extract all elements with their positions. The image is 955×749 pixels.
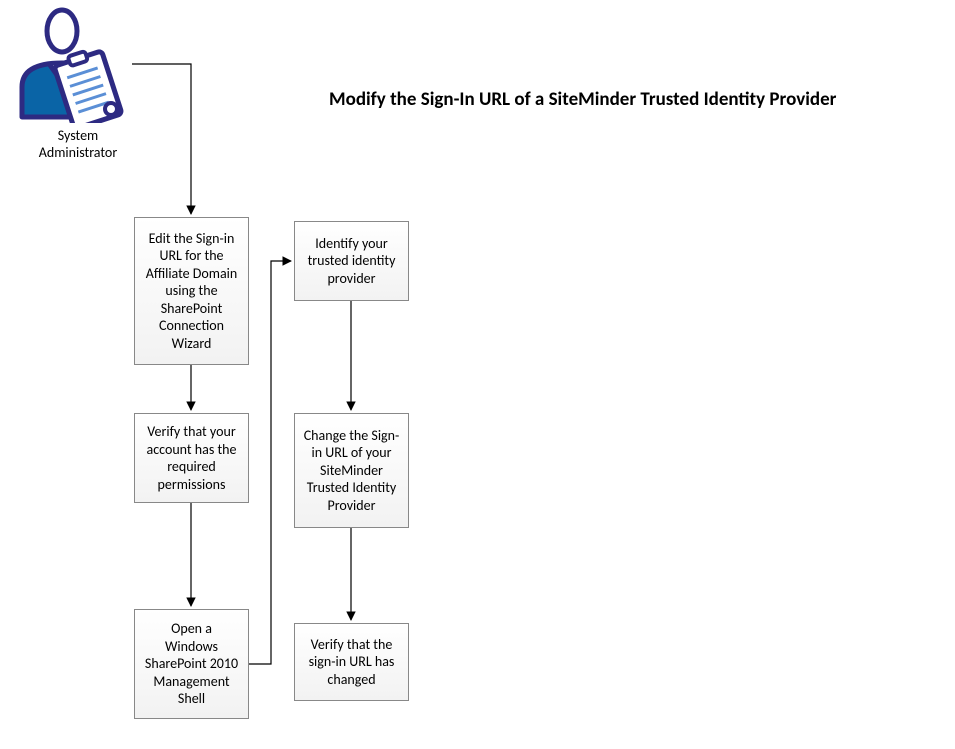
step-edit-signin-url: Edit the Sign-in URL for the Affiliate D… bbox=[134, 217, 249, 365]
step-change-signin-url: Change the Sign-in URL of your SiteMinde… bbox=[294, 413, 409, 528]
actor-label: System Administrator bbox=[33, 128, 123, 162]
actor-label-line1: System bbox=[58, 127, 98, 144]
step-open-management-shell: Open a Windows SharePoint 2010 Managemen… bbox=[134, 609, 249, 719]
step-verify-changed: Verify that the sign-in URL has changed bbox=[294, 623, 409, 701]
diagram-title: Modify the Sign-In URL of a SiteMinder T… bbox=[329, 88, 836, 111]
actor-label-line2: Administrator bbox=[39, 144, 117, 161]
step-identify-provider: Identify your trusted identity provider bbox=[294, 221, 409, 301]
step-verify-permissions: Verify that your account has the require… bbox=[134, 413, 249, 503]
system-administrator-icon bbox=[10, 5, 130, 123]
